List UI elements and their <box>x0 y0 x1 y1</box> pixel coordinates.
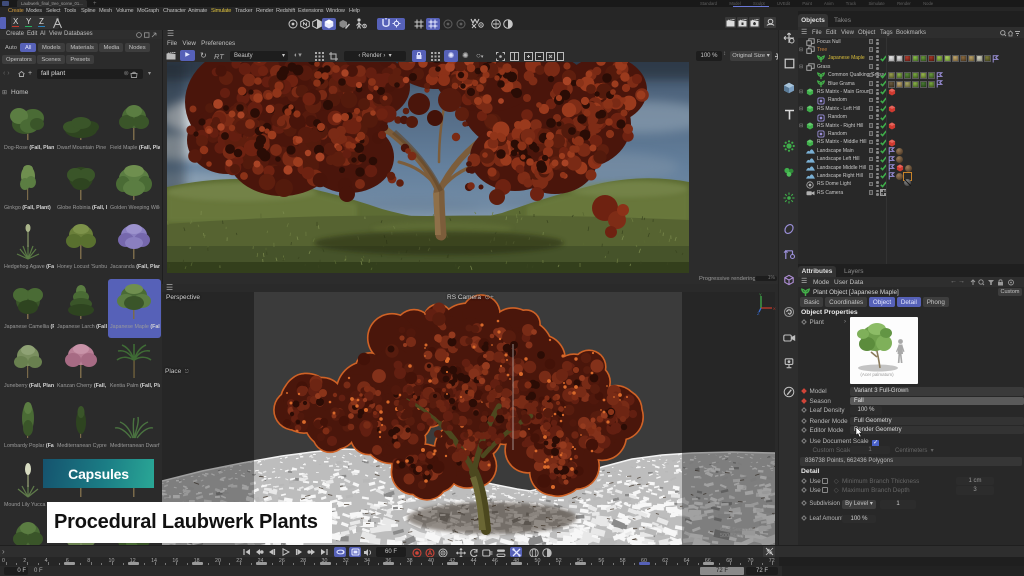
svg-text:Y: Y <box>759 293 762 297</box>
svg-text:(Acer palmatum): (Acer palmatum) <box>860 372 894 377</box>
svg-text:X: X <box>773 306 776 311</box>
